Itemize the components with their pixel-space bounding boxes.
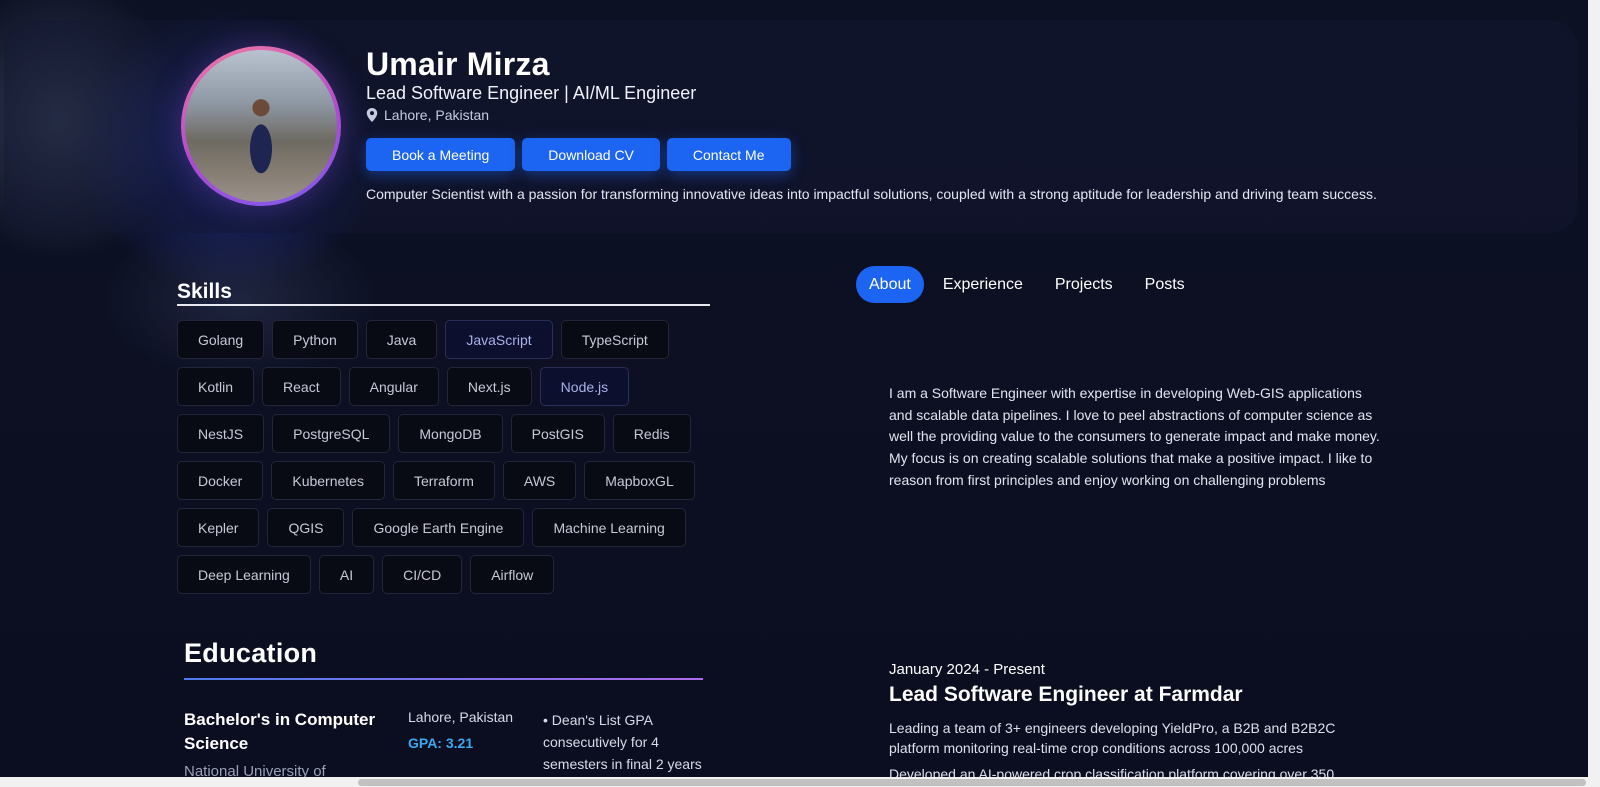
horizontal-scrollbar-thumb[interactable] — [358, 779, 1586, 786]
skill-chip: Google Earth Engine — [352, 508, 525, 547]
skill-chip: Docker — [177, 461, 264, 500]
skill-chip: Deep Learning — [177, 555, 311, 594]
skills-list: Golang Python Java JavaScript TypeScript Kotl… — [177, 320, 707, 594]
skill-chip: NestJS — [177, 414, 265, 453]
education-divider — [184, 678, 703, 680]
skill-chip: Golang — [177, 320, 265, 359]
skill-chip: TypeScript — [560, 320, 669, 359]
book-meeting-button[interactable]: Book a Meeting — [366, 138, 516, 171]
skill-chip: AWS — [502, 461, 577, 500]
contact-me-button[interactable]: Contact Me — [666, 138, 791, 171]
download-cv-button[interactable]: Download CV — [522, 138, 660, 171]
skill-chip: CI/CD — [382, 555, 463, 594]
experience-description: Leading a team of 3+ engineers developin… — [889, 720, 1336, 756]
profile-name: Umair Mirza — [366, 46, 550, 82]
action-buttons: Book a Meeting Download CV Contact Me — [366, 138, 791, 171]
tab-about[interactable]: About — [856, 266, 924, 303]
skills-divider — [177, 304, 710, 306]
profile-tagline: Computer Scientist with a passion for tr… — [366, 186, 1377, 202]
profile-title: Lead Software Engineer | AI/ML Engineer — [366, 83, 697, 103]
skill-chip: Node.js — [539, 367, 630, 406]
skill-chip: QGIS — [267, 508, 345, 547]
skill-chip: Kotlin — [177, 367, 255, 406]
education-location: Lahore, Pakistan — [408, 709, 514, 725]
tab-experience[interactable]: Experience — [930, 266, 1036, 303]
skill-chip: Angular — [348, 367, 439, 406]
skill-chip: Java — [365, 320, 438, 359]
experience-date: January 2024 - Present — [889, 661, 1045, 678]
skill-chip: AI — [318, 555, 375, 594]
tab-posts[interactable]: Posts — [1132, 266, 1198, 303]
profile-location: Lahore, Pakistan — [366, 107, 489, 123]
skill-chip: PostGIS — [510, 414, 605, 453]
skill-chip: Airflow — [470, 555, 555, 594]
horizontal-scrollbar[interactable] — [0, 777, 1588, 787]
avatar-ring — [181, 46, 341, 206]
experience-description: Developed an AI-powered crop classificat… — [889, 766, 1335, 777]
skill-chip: Kubernetes — [271, 461, 385, 500]
education-heading: Education — [184, 638, 318, 668]
skill-chip: Redis — [612, 414, 691, 453]
skill-chip: Python — [272, 320, 358, 359]
page: Umair Mirza Lead Software Engineer | AI/… — [0, 0, 1588, 777]
tab-projects[interactable]: Projects — [1042, 266, 1126, 303]
education-gpa: GPA: 3.21 — [408, 735, 474, 751]
experience-title: Lead Software Engineer at Farmdar — [889, 683, 1243, 706]
skill-chip: MapboxGL — [584, 461, 695, 500]
skill-chip: JavaScript — [445, 320, 553, 359]
education-school: National University of — [184, 763, 326, 777]
about-text: I am a Software Engineer with expertise … — [889, 385, 1380, 488]
avatar — [185, 50, 337, 202]
skill-chip: MongoDB — [398, 414, 503, 453]
education-note: • Dean's List GPA consecutively for 4 se… — [543, 712, 702, 772]
location-pin-icon — [366, 108, 378, 122]
vertical-scrollbar[interactable] — [1588, 0, 1600, 787]
skill-chip: Machine Learning — [532, 508, 686, 547]
skill-chip: Next.js — [446, 367, 532, 406]
skill-chip: React — [262, 367, 341, 406]
section-tabs: About Experience Projects Posts — [856, 266, 1198, 303]
education-degree: Bachelor's in Computer Science — [184, 710, 376, 753]
skill-chip: Terraform — [392, 461, 495, 500]
skill-chip: PostgreSQL — [272, 414, 391, 453]
skill-chip: Kepler — [177, 508, 260, 547]
location-text: Lahore, Pakistan — [384, 107, 490, 123]
skills-heading: Skills — [177, 280, 232, 303]
